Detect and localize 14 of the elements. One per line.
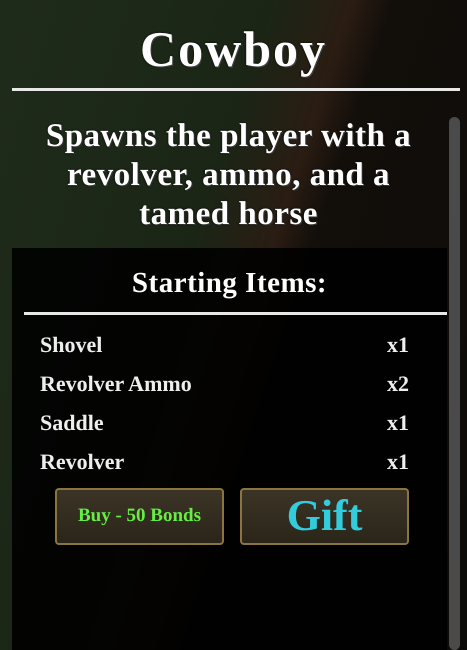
- item-quantity: x1: [387, 332, 409, 358]
- item-name: Shovel: [40, 332, 102, 358]
- item-name: Revolver Ammo: [40, 370, 192, 396]
- description: Spawns the player with a revolver, ammo, and a tamed horse: [44, 117, 412, 234]
- item-name: Saddle: [40, 410, 104, 436]
- item-name: Revolver: [40, 448, 124, 474]
- item-quantity: x1: [387, 410, 409, 436]
- item-quantity: x2: [387, 370, 409, 396]
- buy-button[interactable]: Buy - 50 Bonds: [55, 488, 224, 545]
- gift-button[interactable]: Gift: [240, 488, 409, 545]
- item-quantity: x1: [387, 448, 409, 474]
- items-heading: Starting Items:: [132, 266, 328, 301]
- scrollbar[interactable]: [449, 117, 460, 650]
- title: Cowboy: [140, 20, 328, 79]
